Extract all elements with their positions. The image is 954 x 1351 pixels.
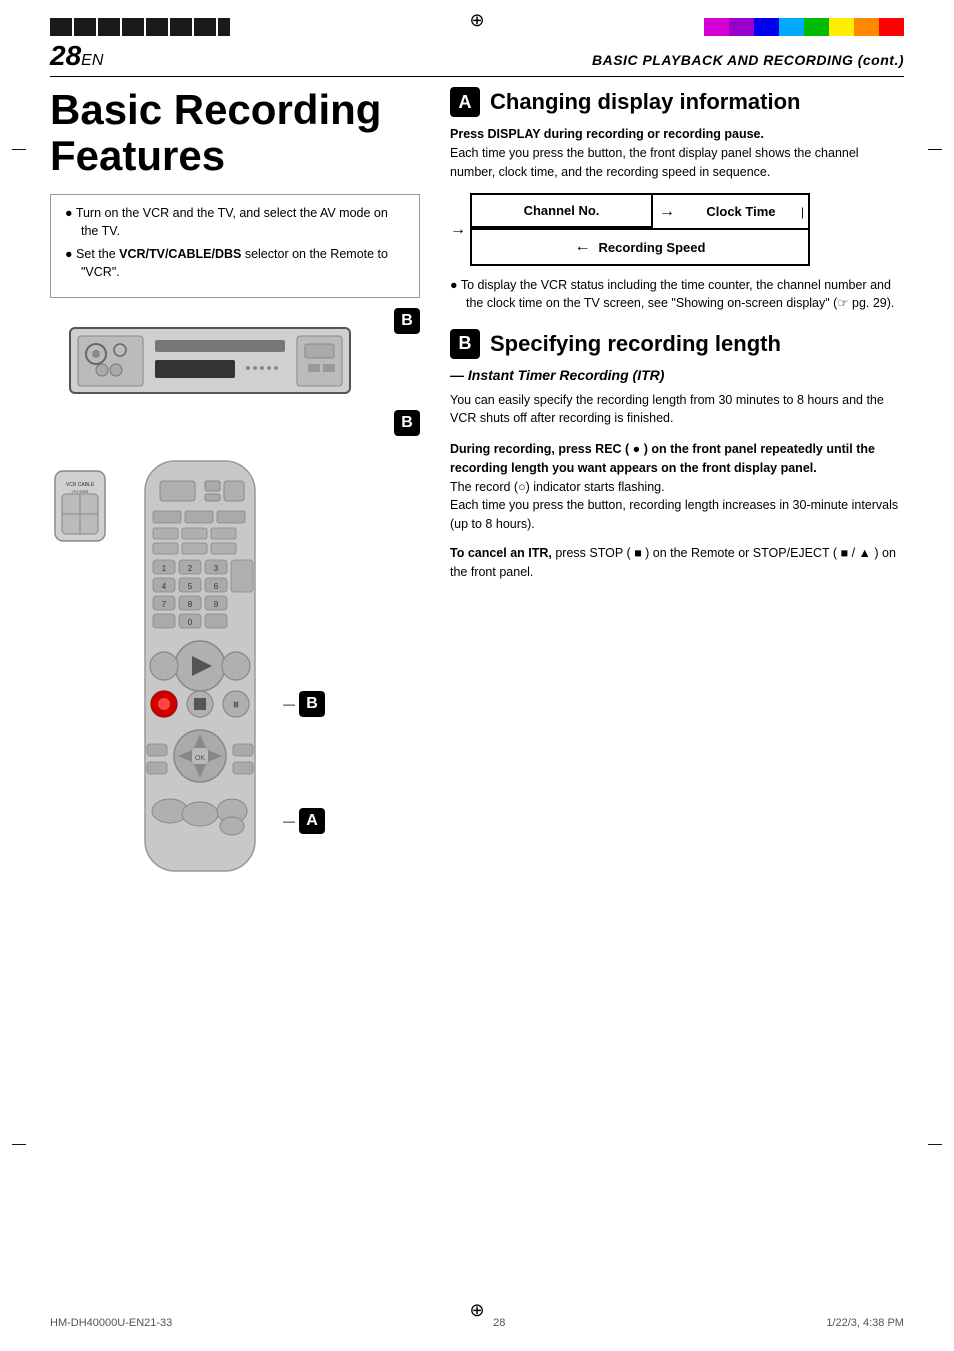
a-badge-label-remote: A <box>299 808 325 834</box>
footer-right: 1/22/3, 4:38 PM <box>826 1317 904 1329</box>
section-b-instruction-text1: The record (○) indicator starts flashing… <box>450 478 904 497</box>
b-badge-remote: — B <box>283 691 325 717</box>
b-badge-label-bottom: B <box>394 410 420 436</box>
footer-center: 28 <box>493 1317 505 1329</box>
footer-left: HM-DH40000U-EN21-33 <box>50 1317 172 1329</box>
svg-text:6: 6 <box>214 582 219 591</box>
main-content: Basic Recording Features Turn on the VCR… <box>50 87 904 889</box>
header-title: BASIC PLAYBACK AND RECORDING (cont.) <box>592 52 904 68</box>
display-diagram: Channel No. → Clock Time | ← Recording S… <box>470 193 810 266</box>
page-number: 28EN <box>50 40 103 72</box>
b-badge-vcr-top: B <box>394 308 420 334</box>
svg-text:3: 3 <box>214 564 219 573</box>
b-badge-label-top: B <box>394 308 420 334</box>
compass-top-mark: ⊕ <box>469 10 484 31</box>
section-b-badge: B <box>450 329 480 359</box>
section-a-badge: A <box>450 87 480 117</box>
swatch-1 <box>704 18 729 36</box>
section-a-title: Changing display information <box>490 89 800 115</box>
remote-section: VCR CABLE •TV /DBS <box>50 456 420 889</box>
section-b-subtitle: — Instant Timer Recording (ITR) <box>450 367 904 383</box>
b-badge-vcr-bottom: B <box>394 410 420 436</box>
section-b-cancel-bold: To cancel an ITR, <box>450 546 552 560</box>
section-a-intro-bold: Press DISPLAY during recording or record… <box>450 127 764 141</box>
diagram-channel-cell: Channel No. <box>472 195 653 228</box>
vcr-section: B <box>60 318 420 406</box>
vcr-illustration <box>60 318 360 403</box>
bullet-list-box: Turn on the VCR and the TV, and select t… <box>50 194 420 298</box>
svg-text:8: 8 <box>188 600 193 609</box>
svg-text:•TV /DBS: •TV /DBS <box>72 489 89 494</box>
svg-text:7: 7 <box>162 600 167 609</box>
compass-right-bottom-mark: — <box>928 1135 942 1151</box>
swatch-5 <box>804 18 829 36</box>
right-column: A Changing display information Press DIS… <box>450 87 904 889</box>
section-a-intro-text: Each time you press the button, the fron… <box>450 146 859 179</box>
section-b-instruction: During recording, press REC ( ● ) on the… <box>450 440 904 534</box>
diagram-clocktime-cell: Clock Time <box>681 196 801 227</box>
svg-text:0: 0 <box>188 618 193 627</box>
a-badge-remote: — A <box>283 808 325 834</box>
page-header: 28EN BASIC PLAYBACK AND RECORDING (cont.… <box>50 40 904 77</box>
diagram-top-row: Channel No. → Clock Time | <box>472 195 808 228</box>
b-badge-label-remote: B <box>299 691 325 717</box>
svg-text:⏸: ⏸ <box>233 696 240 712</box>
swatch-2 <box>729 18 754 36</box>
swatch-7 <box>854 18 879 36</box>
swatch-3 <box>754 18 779 36</box>
section-b-cancel: To cancel an ITR, press STOP ( ■ ) on th… <box>450 544 904 582</box>
section-b: B Specifying recording length — Instant … <box>450 329 904 582</box>
left-column: Basic Recording Features Turn on the VCR… <box>50 87 420 889</box>
arrow-left-icon: → <box>450 221 466 239</box>
compass-left-top-mark: — <box>12 140 26 156</box>
remote-control-wrapper: 1 2 3 4 5 6 7 8 <box>120 456 280 889</box>
selector-widget-svg: VCR CABLE •TV /DBS <box>50 466 110 546</box>
svg-text:4: 4 <box>162 582 167 591</box>
svg-text:OK: OK <box>195 755 205 762</box>
top-color-bar-left <box>50 18 230 36</box>
diagram-arrow-row: → Channel No. → Clock Time | ← <box>450 193 904 266</box>
arrow-mid-icon: → <box>653 203 681 221</box>
diagram-bottom-row: ← Recording Speed <box>472 228 808 264</box>
small-selector-widget: VCR CABLE •TV /DBS <box>50 466 110 889</box>
section-b-instruction-text2: Each time you press the button, recordin… <box>450 496 904 534</box>
page-footer: HM-DH40000U-EN21-33 28 1/22/3, 4:38 PM <box>50 1317 904 1329</box>
section-b-instruction-bold: During recording, press REC ( ● ) on the… <box>450 442 875 475</box>
bold-text-selector: VCR/TV/CABLE/DBS <box>119 247 241 261</box>
page-main-title: Basic Recording Features <box>50 87 420 179</box>
section-b-body: You can easily specify the recording len… <box>450 391 904 429</box>
bottom-arrow-back: ← <box>575 238 591 256</box>
svg-text:VCR CABLE: VCR CABLE <box>66 482 95 488</box>
section-b-header: B Specifying recording length <box>450 329 904 359</box>
top-color-bar-right <box>704 18 904 36</box>
section-a-header: A Changing display information <box>450 87 904 117</box>
compass-right-mark: — <box>928 140 942 156</box>
compass-left-bottom-mark: — <box>12 1135 26 1151</box>
section-a-body: Press DISPLAY during recording or record… <box>450 125 904 181</box>
remote-svg: 1 2 3 4 5 6 7 8 <box>120 456 280 886</box>
svg-text:1: 1 <box>162 564 167 573</box>
section-a-note: To display the VCR status including the … <box>450 276 904 312</box>
section-b-intro: You can easily specify the recording len… <box>450 391 904 429</box>
diagram-recording-speed-cell: Recording Speed <box>599 240 706 255</box>
svg-text:2: 2 <box>188 564 193 573</box>
bullet-item-1: Turn on the VCR and the TV, and select t… <box>65 205 405 240</box>
swatch-6 <box>829 18 854 36</box>
section-b-title: Specifying recording length <box>490 331 781 357</box>
svg-text:5: 5 <box>188 582 193 591</box>
diagram-right-border: | <box>801 205 808 219</box>
swatch-4 <box>779 18 804 36</box>
diagram-right-section: → Clock Time | <box>653 195 808 228</box>
page-container: ⊕ — — 28EN BASIC PLAYBACK AND RECORDING … <box>0 0 954 1351</box>
bullet-item-2: Set the VCR/TV/CABLE/DBS selector on the… <box>65 246 405 281</box>
display-diagram-container: → Channel No. → Clock Time | ← <box>450 193 904 266</box>
swatch-8 <box>879 18 904 36</box>
svg-text:9: 9 <box>214 600 219 609</box>
